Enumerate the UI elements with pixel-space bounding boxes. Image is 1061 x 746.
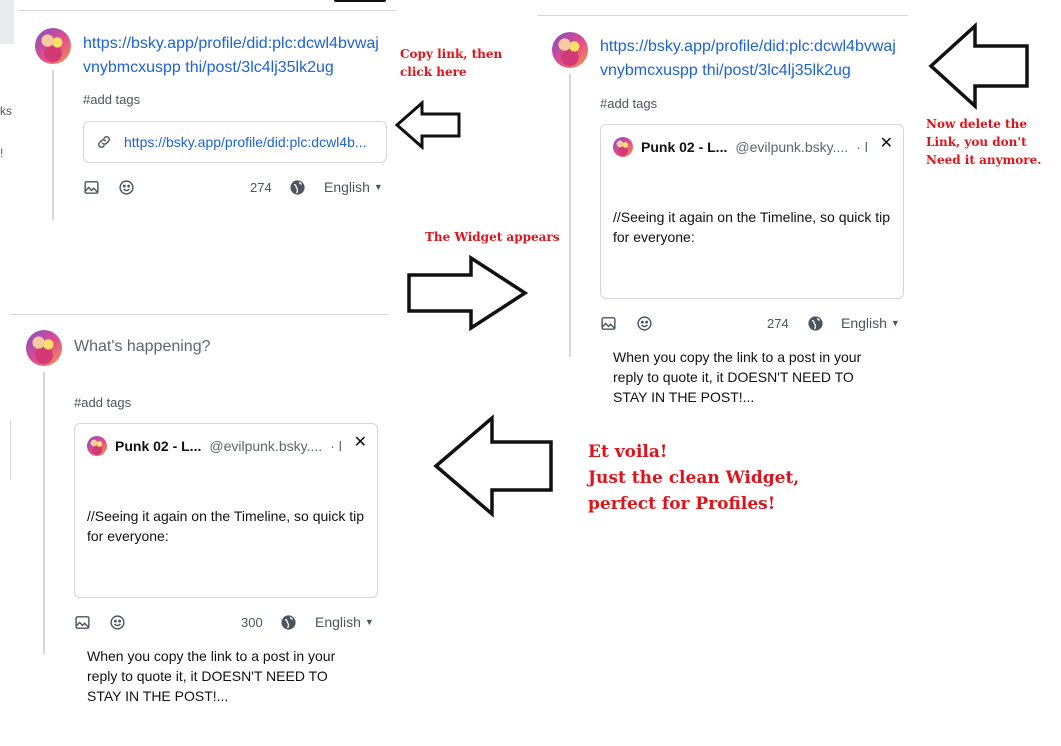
quote-body-line: When you copy the link to a post in your… (87, 648, 340, 704)
annotation-voila: Et voila! Just the clean Widget, perfect… (588, 439, 848, 517)
annotation-voila-line: perfect for Profiles! (588, 494, 776, 514)
close-icon[interactable]: ✕ (880, 134, 893, 154)
quote-author-name: Punk 02 - L... (641, 139, 728, 155)
post-button-edge[interactable] (334, 0, 386, 2)
add-tags-button[interactable]: #add tags (600, 96, 657, 111)
language-select[interactable]: English ▼ (841, 315, 900, 331)
image-icon[interactable] (600, 315, 617, 337)
quote-widget[interactable]: Punk 02 - L... @evilpunk.bsky.... · l ✕ … (600, 124, 904, 405)
post-text-input[interactable]: What's happening? (74, 336, 210, 358)
quote-dot: · l (330, 438, 342, 454)
char-count: 300 (241, 615, 263, 630)
arrow-right-icon (407, 255, 529, 331)
char-count: 274 (767, 316, 789, 331)
quote-author-handle: @evilpunk.bsky.... (735, 139, 849, 155)
chevron-down-icon: ▼ (890, 318, 900, 328)
char-count: 274 (250, 180, 272, 195)
globe-icon[interactable] (807, 315, 824, 337)
quote-avatar (613, 137, 633, 157)
quote-author-handle: @evilpunk.bsky.... (209, 438, 323, 454)
quote-author-name: Punk 02 - L... (115, 438, 202, 454)
quote-avatar (87, 436, 107, 456)
quote-header: Punk 02 - L... @evilpunk.bsky.... · l (613, 137, 875, 157)
composer-toolbar: 300 English ▼ (74, 612, 379, 634)
left-edge-strip (0, 420, 11, 480)
quote-body: //Seeing it again on the Timeline, so qu… (613, 167, 891, 447)
chevron-down-icon: ▼ (364, 617, 374, 627)
divider (10, 314, 388, 315)
quote-body-line: When you copy the link to a post in your… (613, 349, 866, 405)
globe-icon[interactable] (280, 614, 297, 636)
chevron-down-icon: ▼ (373, 182, 383, 192)
annotation-copy-link: Copy link, then click here (400, 47, 503, 79)
annotation-delete-link: Now delete the Link, you don't Need it a… (926, 117, 1042, 167)
arrow-left-icon (394, 100, 461, 150)
quote-body-line: //Seeing it again on the Timeline, so qu… (87, 508, 368, 544)
quote-dot: · l (856, 139, 868, 155)
language-select[interactable]: English ▼ (315, 614, 374, 630)
post-text-link[interactable]: https://bsky.app/profile/did:plc:dcwl4bv… (83, 32, 393, 80)
language-label: English (841, 315, 887, 331)
close-icon[interactable]: ✕ (354, 433, 367, 453)
link-card-url: https://bsky.app/profile/did:plc:dcwl4b.… (124, 134, 367, 150)
avatar (552, 32, 588, 68)
thread-line (52, 70, 54, 220)
composer-toolbar: 274 English ▼ (83, 177, 393, 199)
edge-fragment: ks (0, 104, 12, 118)
divider (18, 10, 396, 11)
annotation-voila-line: Et voila! (588, 442, 668, 462)
add-tags-button[interactable]: #add tags (83, 92, 140, 107)
avatar (26, 330, 62, 366)
emoji-icon[interactable] (118, 179, 135, 201)
emoji-icon[interactable] (636, 315, 653, 337)
language-select[interactable]: English ▼ (324, 179, 383, 195)
thread-line (569, 74, 571, 357)
annotation-widget-appears: The Widget appears (425, 230, 560, 244)
composer-toolbar: 274 English ▼ (600, 313, 905, 335)
post-text-link[interactable]: https://bsky.app/profile/did:plc:dcwl4bv… (600, 35, 905, 83)
quote-body: //Seeing it again on the Timeline, so qu… (87, 466, 365, 746)
link-card[interactable]: https://bsky.app/profile/did:plc:dcwl4b.… (83, 121, 387, 163)
avatar (35, 28, 71, 64)
link-icon (96, 134, 112, 150)
language-label: English (315, 614, 361, 630)
arrow-left-icon (433, 414, 553, 518)
quote-body-line: //Seeing it again on the Timeline, so qu… (613, 209, 894, 245)
annotation-voila-line: Just the clean Widget, (588, 468, 800, 488)
language-label: English (324, 179, 370, 195)
quote-header: Punk 02 - L... @evilpunk.bsky.... · l (87, 436, 349, 456)
globe-icon[interactable] (289, 179, 306, 201)
image-icon[interactable] (83, 179, 100, 201)
arrow-left-icon (928, 22, 1029, 110)
edge-fragment: ! (0, 146, 4, 160)
left-edge-strip (0, 0, 14, 44)
divider (537, 15, 908, 16)
thread-line (43, 372, 45, 654)
emoji-icon[interactable] (109, 614, 126, 636)
image-icon[interactable] (74, 614, 91, 636)
add-tags-button[interactable]: #add tags (74, 395, 131, 410)
quote-widget[interactable]: Punk 02 - L... @evilpunk.bsky.... · l ✕ … (74, 423, 378, 704)
